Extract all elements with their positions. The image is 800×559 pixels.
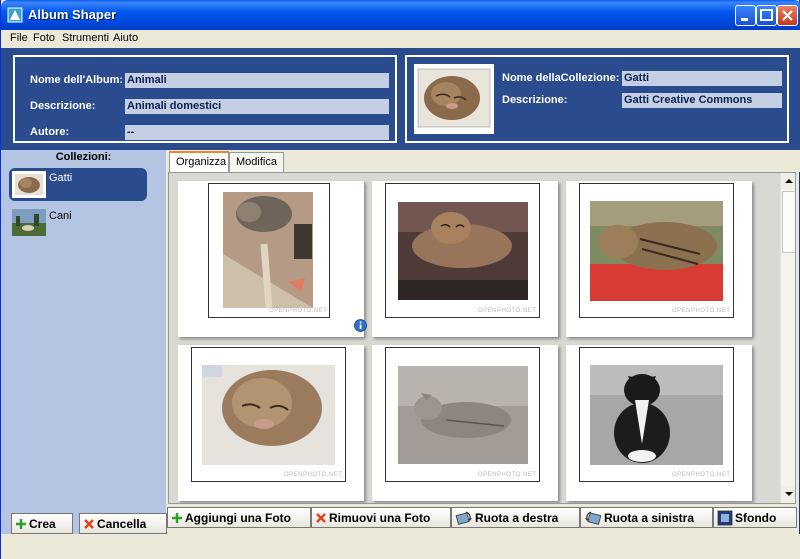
photo-watermark: OPENPHOTO.NET — [672, 472, 731, 478]
photo-watermark: OPENPHOTO.NET — [269, 308, 328, 314]
collection-name-label: Nome dellaCollezione: — [502, 72, 620, 84]
photo-tile[interactable]: OPENPHOTO.NET — [566, 345, 752, 501]
menu-strumenti[interactable]: Strumenti — [62, 32, 109, 44]
background-button[interactable]: Sfondo — [713, 507, 797, 528]
maximize-button[interactable] — [756, 5, 777, 26]
close-icon — [782, 10, 793, 21]
photo-tile[interactable]: OPENPHOTO.NET — [566, 181, 752, 337]
rotate-right-button[interactable]: Ruota a destra — [451, 507, 580, 528]
photo-watermark: OPENPHOTO.NET — [672, 308, 731, 314]
photo-thumbnail: OPENPHOTO.NET — [385, 183, 540, 318]
photo-watermark: OPENPHOTO.NET — [478, 472, 537, 478]
collections-title: Collezioni: — [55, 151, 112, 163]
tab-modifica[interactable]: Modifica — [229, 152, 284, 172]
photo-grid: OPENPHOTO.NET OPENPHOTO.NET OPENPHOTO.NE… — [168, 172, 796, 504]
plus-icon — [16, 518, 26, 529]
album-info-box: Nome dell'Album: Animali Descrizione: An… — [13, 55, 397, 143]
add-photo-button[interactable]: Aggiungi una Foto — [167, 507, 311, 528]
photo-grid-scrollbar[interactable] — [780, 173, 795, 503]
album-name-label: Nome dell'Album: — [30, 74, 124, 86]
collections-sidebar: Collezioni: Gatti Cani — [1, 150, 166, 534]
photo-tile[interactable]: OPENPHOTO.NET — [178, 345, 364, 501]
photo-thumbnail: OPENPHOTO.NET — [191, 347, 346, 482]
menu-file[interactable]: File — [10, 32, 28, 44]
scroll-up-button[interactable] — [781, 173, 795, 189]
menu-aiuto[interactable]: Aiuto — [113, 32, 138, 44]
collection-desc-label: Descrizione: — [502, 94, 568, 106]
album-name-field[interactable]: Animali — [125, 73, 389, 88]
album-desc-field[interactable]: Animali domestici — [125, 99, 389, 114]
header-panel: Nome dell'Album: Animali Descrizione: An… — [1, 48, 800, 150]
rotate-left-icon — [585, 511, 602, 525]
collection-name-field[interactable]: Gatti — [622, 71, 782, 86]
create-collection-button[interactable]: Crea — [11, 513, 73, 534]
plus-icon — [172, 512, 182, 523]
rotate-left-button[interactable]: Ruota a sinistra — [580, 507, 713, 528]
tab-organizza[interactable]: Organizza — [169, 151, 229, 173]
photo-tile[interactable]: OPENPHOTO.NET — [372, 181, 558, 337]
photo-tile[interactable]: OPENPHOTO.NET — [178, 181, 367, 337]
status-bar — [1, 534, 800, 559]
title-bar[interactable]: Album Shaper — [1, 0, 800, 30]
scroll-thumb[interactable] — [782, 191, 795, 253]
background-icon — [717, 510, 733, 526]
photo-watermark: OPENPHOTO.NET — [284, 472, 343, 478]
scroll-down-button[interactable] — [781, 486, 795, 502]
maximize-icon — [760, 9, 773, 21]
album-author-label: Autore: — [30, 126, 70, 138]
close-button[interactable] — [777, 5, 798, 26]
photo-watermark: OPENPHOTO.NET — [478, 308, 537, 314]
remove-photo-button[interactable]: Rimuovi una Foto — [311, 507, 451, 528]
collection-thumb-gatti — [12, 171, 46, 198]
collection-thumb-cani — [12, 209, 46, 236]
minimize-icon — [741, 18, 748, 21]
info-icon[interactable] — [354, 319, 367, 332]
photo-thumbnail: OPENPHOTO.NET — [579, 347, 734, 482]
photo-thumbnail: OPENPHOTO.NET — [385, 347, 540, 482]
album-desc-label: Descrizione: — [30, 100, 96, 112]
x-icon — [84, 518, 94, 529]
collection-desc-field[interactable]: Gatti Creative Commons — [622, 93, 782, 108]
menu-foto[interactable]: Foto — [33, 32, 55, 44]
window-title: Album Shaper — [28, 7, 117, 22]
app-window: Album Shaper File Foto Strumenti Aiuto N… — [0, 0, 800, 559]
minimize-button[interactable] — [735, 5, 756, 26]
menu-bar: File Foto Strumenti Aiuto — [1, 30, 800, 48]
photo-thumbnail: OPENPHOTO.NET — [579, 183, 734, 318]
collection-label-cani: Cani — [49, 210, 72, 222]
cancel-collection-button[interactable]: Cancella — [79, 513, 167, 534]
photo-thumbnail: OPENPHOTO.NET — [208, 183, 330, 318]
collection-item-gatti[interactable]: Gatti — [9, 168, 147, 201]
app-icon — [7, 7, 23, 23]
collection-thumbnail — [414, 64, 494, 134]
photo-tile[interactable]: OPENPHOTO.NET — [372, 345, 558, 501]
collection-label-gatti: Gatti — [49, 172, 73, 184]
arrow-down-icon — [785, 492, 793, 496]
album-author-field[interactable]: -- — [125, 125, 389, 140]
rotate-right-icon — [455, 511, 472, 525]
collection-info-box: Nome dellaCollezione: Gatti Descrizione:… — [405, 55, 789, 143]
arrow-up-icon — [785, 179, 793, 183]
x-icon — [316, 512, 326, 523]
tab-bar: Organizza Modifica — [166, 150, 800, 173]
collection-item-cani[interactable]: Cani — [9, 206, 147, 239]
